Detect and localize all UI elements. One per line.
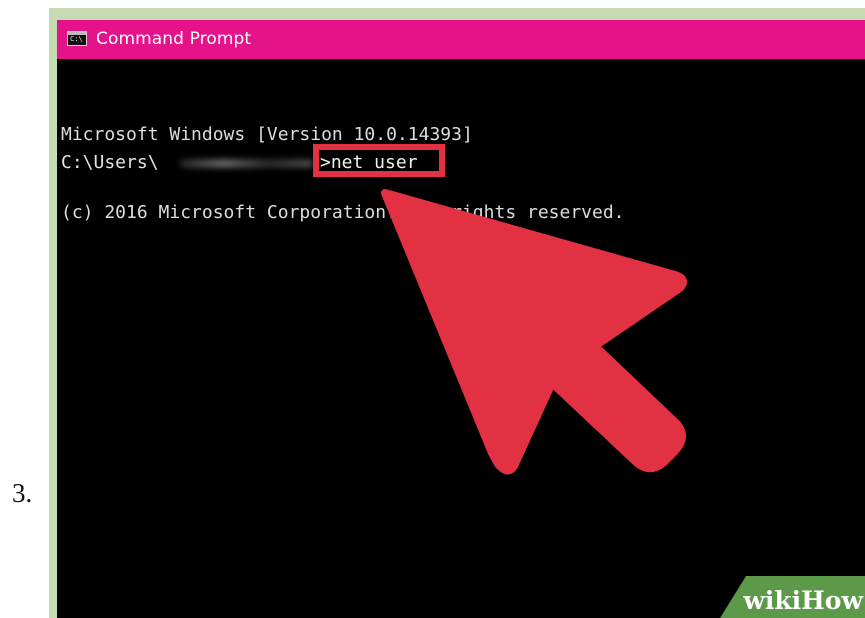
command-prompt-window[interactable]: C:\ Command Prompt Microsoft Windows [Ve…	[57, 20, 865, 618]
command-prompt-line[interactable]: C:\Users\ >net user	[61, 144, 851, 180]
wikihow-watermark: wikiHow	[720, 576, 865, 618]
screenshot-frame: C:\ Command Prompt Microsoft Windows [Ve…	[49, 8, 865, 618]
cmd-icon: C:\	[67, 31, 87, 46]
step-number: 3.	[12, 478, 33, 508]
wikihow-logo-text: wikiHow	[743, 587, 863, 615]
title-bar[interactable]: C:\ Command Prompt	[57, 20, 865, 59]
wikihow-logo-wiki: wiki	[743, 586, 802, 615]
pointer-arrow-icon	[381, 189, 687, 475]
wikihow-logo-how: How	[801, 586, 863, 615]
prompt-path: C:\Users\	[61, 152, 159, 173]
pointer-arrow-shape	[381, 189, 687, 475]
cmd-icon-label: C:\	[70, 35, 83, 43]
blurred-username	[179, 159, 313, 168]
window-title: Command Prompt	[96, 29, 252, 49]
entered-command[interactable]: >net user	[320, 150, 418, 176]
console-line-version: Microsoft Windows [Version 10.0.14393]	[61, 124, 473, 145]
